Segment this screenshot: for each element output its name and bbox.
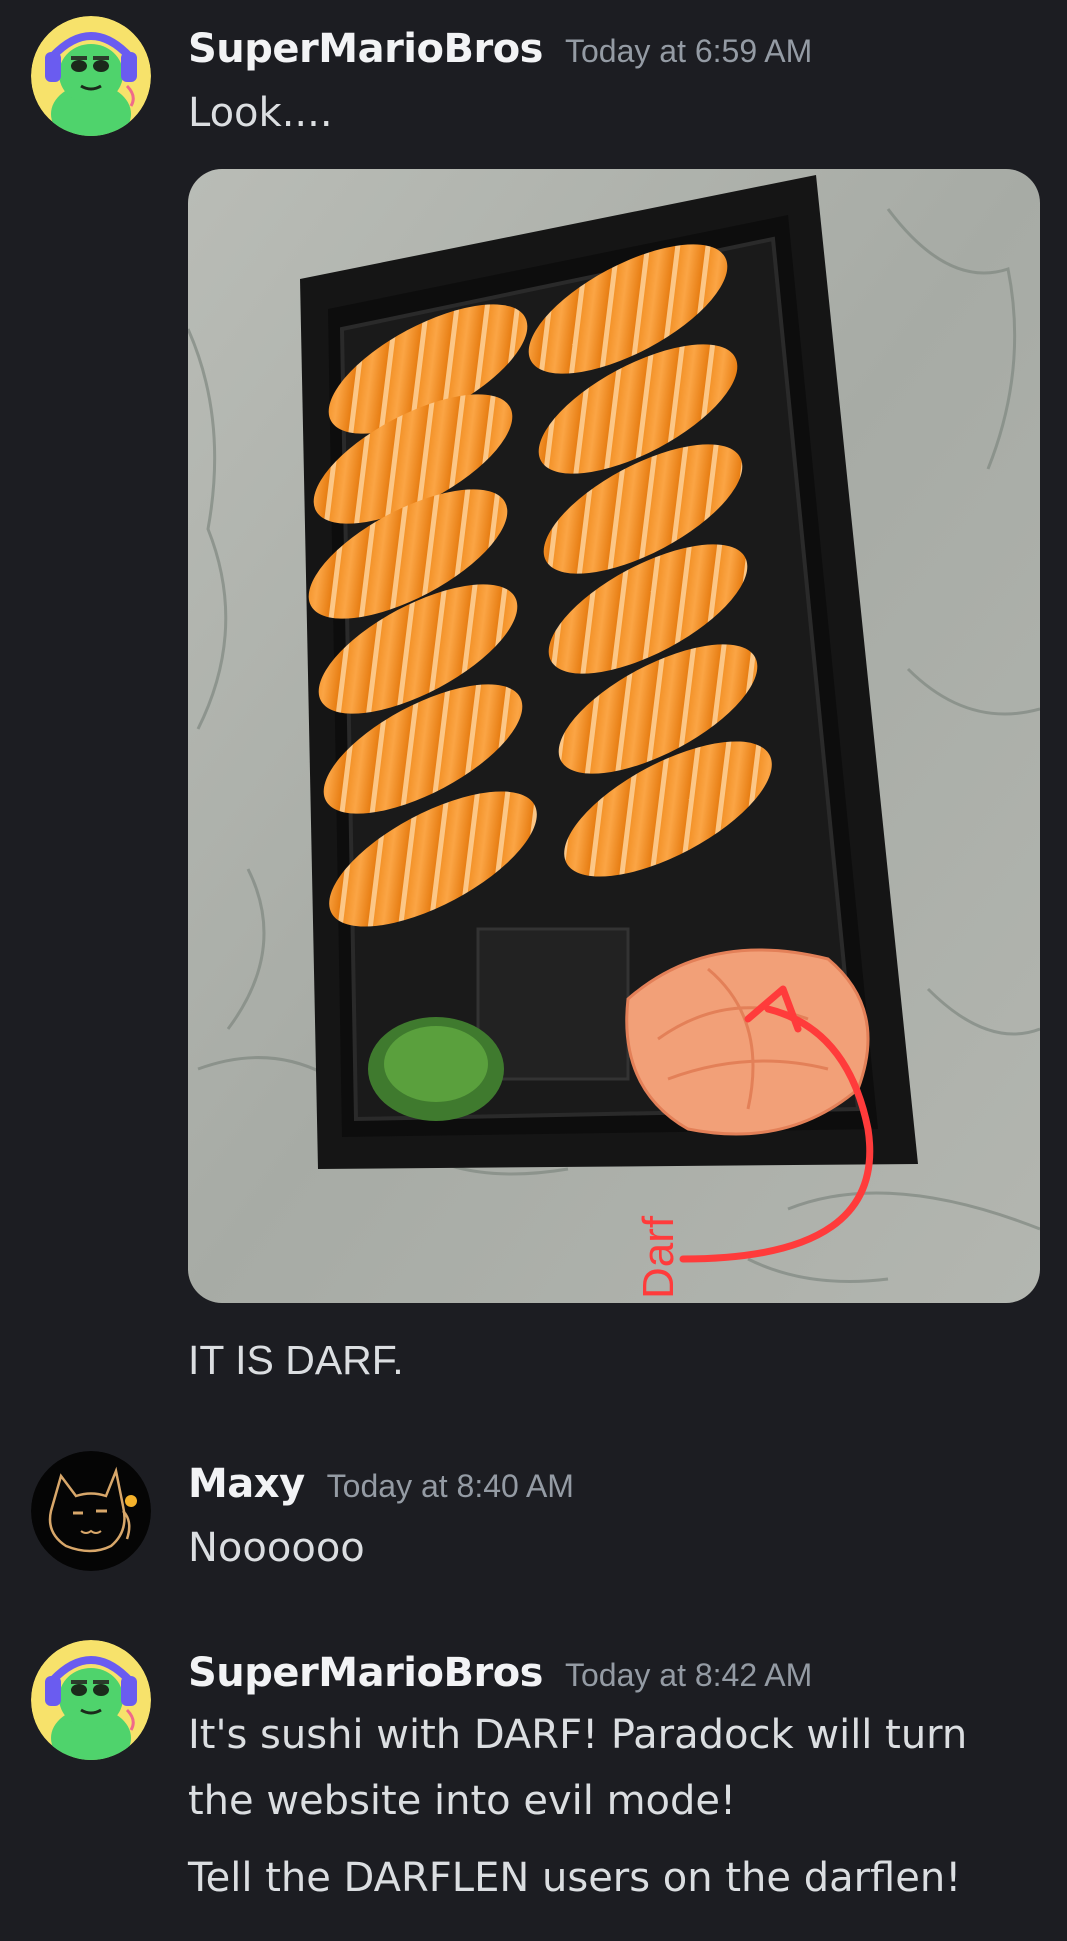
timestamp: Today at 8:42 AM xyxy=(565,1657,813,1693)
username[interactable]: SuperMarioBros xyxy=(188,26,544,72)
username[interactable]: SuperMarioBros xyxy=(188,1650,544,1696)
message-text: Noooooo xyxy=(188,1525,365,1571)
message-text-line-1: It's sushi with DARF! Paradock will turn xyxy=(188,1712,968,1758)
user-avatar[interactable] xyxy=(31,1451,151,1571)
frog-avatar-icon xyxy=(31,1640,151,1760)
sushi-photo-icon: Darf xyxy=(188,169,1040,1303)
message-text: IT IS DARF. xyxy=(188,1337,404,1383)
image-attachment[interactable]: Darf xyxy=(188,169,1040,1303)
timestamp: Today at 8:40 AM xyxy=(326,1468,574,1504)
message-text-line-3: Tell the DARFLEN users on the darflen! xyxy=(188,1855,962,1901)
darf-annotation: Darf xyxy=(634,1215,683,1299)
frog-avatar-icon xyxy=(31,16,151,136)
message-text: Look.... xyxy=(188,90,333,136)
user-avatar[interactable] xyxy=(31,1640,151,1760)
username[interactable]: Maxy xyxy=(188,1461,305,1507)
cat-avatar-icon xyxy=(31,1451,151,1571)
user-avatar[interactable] xyxy=(31,16,151,136)
timestamp: Today at 6:59 AM xyxy=(565,33,813,69)
message-text-line-2: the website into evil mode! xyxy=(188,1778,737,1824)
